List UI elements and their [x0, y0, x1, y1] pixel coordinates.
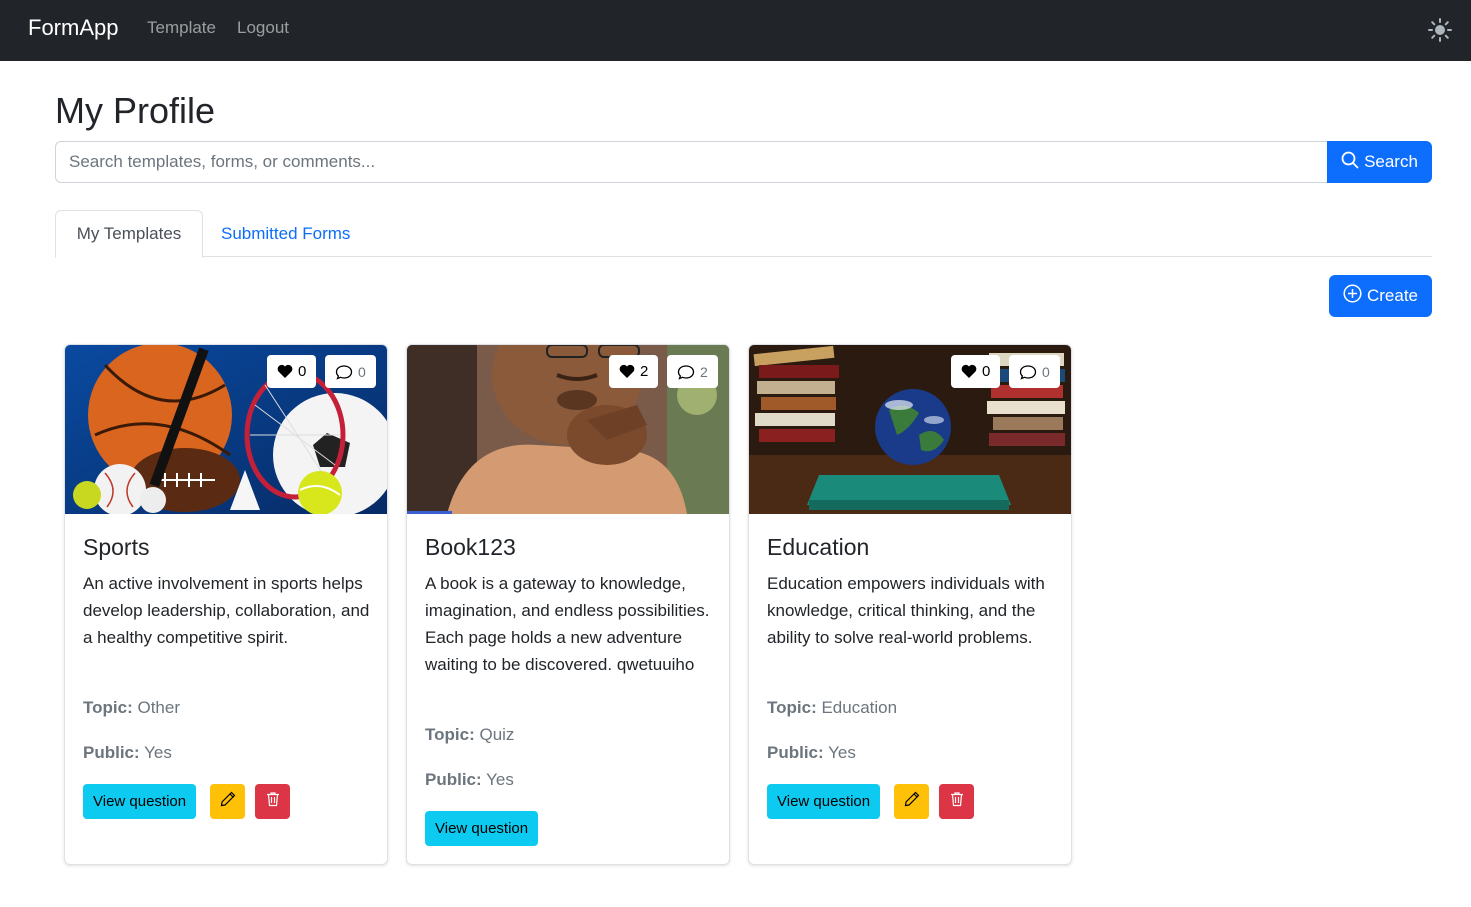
card-description: Education empowers individuals with know… [767, 574, 1045, 647]
template-card-book123: 2 2 Book123 A book is a gateway to knowl… [406, 344, 730, 865]
tab-my-templates[interactable]: My Templates [55, 210, 203, 258]
topic-label: Topic: [425, 725, 475, 744]
public-label: Public: [425, 770, 482, 789]
tabs: My Templates Submitted Forms [55, 210, 1432, 258]
sun-icon[interactable] [1426, 16, 1454, 44]
card-title: Education [767, 534, 870, 560]
brand-link[interactable]: FormApp [28, 15, 118, 41]
search-input[interactable] [55, 141, 1328, 183]
public-label: Public: [83, 743, 140, 762]
topic-value: Other [137, 698, 180, 717]
card-title: Sports [83, 534, 150, 560]
pencil-icon [904, 791, 920, 812]
comments-badge[interactable]: 0 [1009, 355, 1060, 388]
search-group: Search [55, 141, 1432, 183]
comment-icon [335, 364, 353, 380]
likes-count: 0 [298, 363, 307, 380]
page-title: My Profile [55, 90, 216, 131]
card-title: Book123 [425, 534, 516, 560]
comments-badge[interactable]: 0 [325, 355, 376, 388]
card-public: Public: Yes [767, 743, 856, 763]
topic-label: Topic: [767, 698, 817, 717]
plus-circle-icon [1343, 284, 1362, 308]
topic-value: Quiz [479, 725, 515, 744]
comments-count: 2 [700, 363, 708, 380]
likes-count: 0 [982, 363, 991, 380]
sports-equipment-image: 0 0 [65, 345, 387, 514]
card-description: A book is a gateway to knowledge, imagin… [425, 574, 710, 674]
nav-link-logout[interactable]: Logout [237, 18, 289, 38]
view-question-button[interactable]: View question [767, 784, 881, 819]
nav-link-template[interactable]: Template [147, 18, 216, 38]
public-label: Public: [767, 743, 824, 762]
card-public: Public: Yes [425, 770, 514, 790]
likes-count: 2 [640, 363, 649, 380]
trash-icon [949, 791, 965, 812]
card-topic: Topic: Quiz [425, 725, 514, 745]
trash-icon [265, 791, 281, 812]
comments-badge[interactable]: 2 [667, 355, 718, 388]
man-thinking-image: 2 2 [407, 345, 729, 514]
tab-submitted-forms[interactable]: Submitted Forms [203, 210, 368, 257]
create-button[interactable]: Create [1329, 275, 1432, 317]
comment-icon [1019, 364, 1037, 380]
template-card-sports: 0 0 Sports An active involvement in spor… [64, 344, 388, 865]
view-question-button[interactable]: View question [83, 784, 197, 819]
topic-label: Topic: [83, 698, 133, 717]
public-value: Yes [144, 743, 172, 762]
comments-count: 0 [1042, 363, 1050, 380]
search-button[interactable]: Search [1327, 141, 1432, 183]
template-card-education: 0 0 Education Education empowers individ… [748, 344, 1072, 865]
pencil-icon [220, 791, 236, 812]
card-public: Public: Yes [83, 743, 172, 763]
comments-count: 0 [358, 363, 366, 380]
card-topic: Topic: Education [767, 698, 897, 718]
search-button-label: Search [1364, 152, 1418, 171]
heart-icon [619, 364, 635, 379]
delete-button[interactable] [939, 784, 974, 819]
likes-badge[interactable]: 0 [951, 355, 1001, 388]
globe-on-books-image: 0 0 [749, 345, 1071, 514]
view-question-button[interactable]: View question [425, 811, 539, 846]
comment-icon [677, 364, 695, 380]
likes-badge[interactable]: 2 [609, 355, 659, 388]
search-icon [1341, 151, 1359, 174]
create-button-label: Create [1366, 286, 1419, 305]
card-topic: Topic: Other [83, 698, 180, 718]
topic-value: Education [821, 698, 898, 717]
card-description: An active involvement in sports helps de… [83, 574, 370, 647]
edit-button[interactable] [210, 784, 245, 819]
heart-icon [277, 364, 293, 379]
public-value: Yes [486, 770, 514, 789]
public-value: Yes [828, 743, 856, 762]
heart-icon [961, 364, 977, 379]
likes-badge[interactable]: 0 [267, 355, 317, 388]
delete-button[interactable] [255, 784, 290, 819]
edit-button[interactable] [894, 784, 929, 819]
navbar: FormApp Template Logout [0, 0, 1471, 61]
